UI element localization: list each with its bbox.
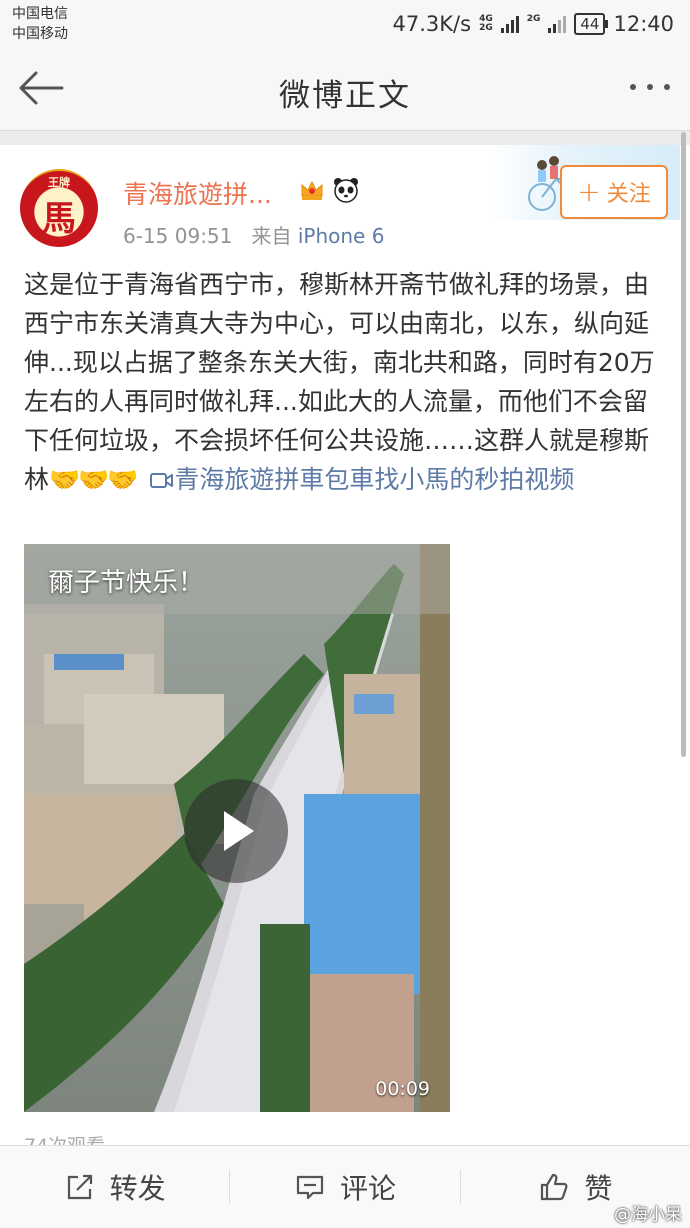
net-type-badge-2: 2G [527, 15, 541, 33]
thumbs-up-icon [541, 1173, 568, 1201]
avatar-glyph: 馬 [42, 199, 76, 239]
video-player[interactable]: 爾子节快乐！ 00:09 [24, 544, 450, 1112]
watermark: @海小呆 [614, 1205, 682, 1225]
signal-icon [500, 15, 519, 33]
view-count: 74次观看 [24, 1131, 105, 1145]
clock: 12:40 [613, 12, 674, 36]
video-caption: 爾子节快乐！ [48, 568, 205, 598]
timestamp: 6-15 09:51 [123, 224, 233, 248]
carrier-1: 中国电信 [12, 6, 68, 22]
navigation-bar: 微博正文 [0, 48, 690, 131]
follow-button[interactable]: + 关注 [560, 165, 668, 219]
play-button[interactable] [184, 779, 288, 883]
video-link-icon[interactable] [150, 469, 174, 491]
like-label: 赞 [584, 1172, 613, 1205]
vip-crown-icon[interactable] [298, 176, 326, 204]
more-horizontal-icon[interactable] [630, 84, 670, 90]
post-meta: 6-15 09:51 来自 iPhone 6 [123, 220, 384, 249]
net-speed: 47.3K/s [392, 12, 472, 36]
comment-label: 评论 [339, 1172, 396, 1205]
avatar-top-text: 王牌 [48, 176, 70, 189]
net-type-b: 2G [479, 23, 493, 33]
comment-icon [296, 1175, 324, 1200]
post-body: 这是位于青海省西宁市，穆斯林开斋节做礼拜的场景，由西宁市东关清真大寺为中心，可以… [24, 265, 660, 499]
carrier-2: 中国移动 [12, 26, 68, 42]
bottom-toolbar: 转发 评论 赞 [0, 1145, 690, 1228]
post-text: 这是位于青海省西宁市，穆斯林开斋节做礼拜的场景，由西宁市东关清真大寺为中心，可以… [24, 270, 655, 494]
post-card: 王牌 馬 青海旅遊拼... 6-15 09:51 来自 iPhone 6 + 关… [0, 145, 690, 1145]
follow-label: 关注 [606, 182, 651, 207]
panda-badge-icon[interactable] [332, 176, 360, 204]
username[interactable]: 青海旅遊拼... [123, 175, 272, 211]
page-title: 微博正文 [279, 78, 411, 114]
status-bar: 中国电信 中国移动 47.3K/s 4G 2G 2G 44 12:40 [0, 0, 690, 48]
video-link[interactable]: 青海旅遊拼車包車找小馬的秒拍视频 [174, 465, 574, 494]
carrier-info: 中国电信 中国移动 [12, 4, 68, 44]
scrollbar[interactable] [681, 132, 686, 757]
battery-icon: 44 [574, 13, 609, 35]
source-device[interactable]: iPhone 6 [298, 224, 385, 248]
comment-button[interactable]: 评论 [230, 1157, 459, 1217]
source-prefix: 来自 [251, 224, 292, 248]
net-type-badge: 4G 2G [479, 15, 493, 33]
video-duration: 00:09 [375, 1078, 430, 1100]
status-indicators: 47.3K/s 4G 2G 2G 44 12:40 [393, 10, 674, 38]
divider [0, 131, 690, 145]
avatar[interactable]: 王牌 馬 [20, 169, 98, 247]
plus-icon: + [577, 175, 601, 208]
repost-label: 转发 [109, 1172, 166, 1205]
repost-icon [67, 1174, 92, 1200]
repost-button[interactable]: 转发 [0, 1157, 229, 1217]
handshake-emoji: 🤝🤝🤝 [49, 465, 138, 494]
signal-icon-2 [548, 15, 567, 33]
